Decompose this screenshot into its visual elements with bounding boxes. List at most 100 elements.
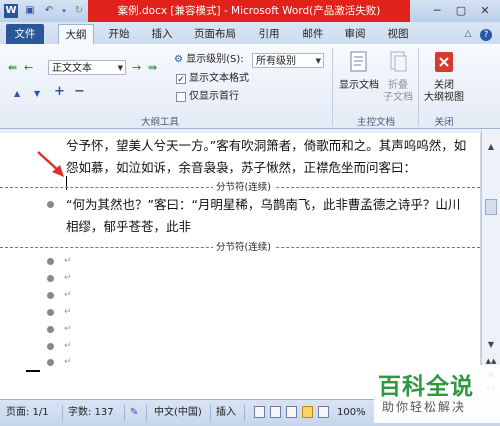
close-red-icon	[435, 52, 453, 72]
group-divider	[418, 48, 419, 126]
paragraph-mark: ↵	[64, 273, 72, 283]
subdocument-icon	[390, 51, 407, 72]
full-screen-reading-view-icon[interactable]	[270, 406, 281, 418]
outline-bullet[interactable]	[47, 343, 54, 350]
outline-level-select[interactable]: 正文文本 ▼	[48, 60, 126, 75]
title-bar: W ▣ ↶ ▾ ↻ ▾ 案例.docx [兼容模式] - Microsoft W…	[0, 0, 500, 22]
collapse-label-2: 子文档	[383, 92, 413, 103]
demote-icon[interactable]: →	[132, 62, 141, 74]
outline-bullet[interactable]	[47, 275, 54, 282]
body-text-line: “何为其然也？”客曰：“月明星稀，乌鹊南飞，此非曹孟德之诗乎？山川	[66, 197, 461, 212]
tab-file[interactable]: 文件	[6, 24, 44, 44]
minimize-ribbon-icon[interactable]: △	[460, 24, 476, 44]
show-level-select[interactable]: 所有级别 ▼	[252, 53, 324, 68]
promote-to-heading1-icon[interactable]: ⇚	[8, 62, 17, 74]
outline-view-icon[interactable]	[302, 406, 313, 418]
web-layout-view-icon[interactable]	[286, 406, 297, 418]
section-break-label: 分节符(连续)	[213, 242, 274, 253]
zoom-level[interactable]: 100%	[337, 406, 366, 420]
expand-icon[interactable]: +	[54, 85, 65, 98]
collapse-label-1: 折叠	[388, 80, 408, 91]
paragraph-mark: ↵	[64, 307, 72, 317]
tab-review[interactable]: 审阅	[338, 24, 372, 44]
paragraph-mark: ↵	[64, 341, 72, 351]
tab-references[interactable]: 引用	[252, 24, 286, 44]
undo-dropdown-icon[interactable]: ▾	[61, 4, 67, 18]
show-text-format-row[interactable]: ✓ 显示文本格式	[176, 72, 249, 86]
outline-bullet[interactable]	[47, 292, 54, 299]
redo-icon[interactable]: ↻	[72, 4, 86, 18]
outline-bullet[interactable]	[47, 201, 54, 208]
draft-view-icon[interactable]	[318, 406, 329, 418]
show-level-label: 显示级别(S):	[186, 54, 244, 65]
chevron-down-icon: ▼	[117, 64, 123, 72]
first-line-only-label: 仅显示首行	[189, 91, 239, 102]
body-text-line: 怨如慕，如泣如诉，余音袅袅，苏子愀然，正襟危坐而问客曰：	[66, 160, 417, 175]
print-layout-view-icon[interactable]	[254, 406, 265, 418]
body-text-line: 兮予怀，望美人兮天一方。”客有吹洞箫者，倚歌而和之。其声呜呜然，如	[66, 138, 467, 153]
first-line-only-checkbox[interactable]	[176, 92, 186, 102]
close-outline-view-button[interactable]: 关闭 大纲视图	[420, 50, 468, 104]
first-line-only-row[interactable]: 仅显示首行	[176, 90, 239, 104]
tab-insert[interactable]: 插入	[145, 24, 179, 44]
close-window-button[interactable]: ✕	[473, 2, 497, 19]
vertical-scrollbar[interactable]: ▲ ▼ ▲▲ ● ▼▼	[481, 129, 500, 399]
watermark-logo: 百科全说	[378, 374, 474, 400]
show-text-format-checkbox[interactable]: ✓	[176, 74, 186, 85]
top-ruler	[0, 129, 500, 133]
insert-mode-indicator[interactable]: 插入	[216, 406, 236, 420]
group-divider	[332, 48, 333, 126]
demote-to-body-text-icon[interactable]: ⇛	[148, 62, 157, 74]
master-document-group-label: 主控文档	[356, 117, 395, 128]
show-document-button[interactable]: 显示文档	[337, 50, 381, 92]
scroll-up-icon[interactable]: ▲	[485, 141, 497, 153]
collapse-subdocuments-button[interactable]: 折叠 子文档	[381, 50, 415, 104]
save-icon[interactable]: ▣	[23, 4, 37, 18]
outline-bullet[interactable]	[47, 309, 54, 316]
status-divider	[244, 405, 245, 421]
tab-mailings[interactable]: 邮件	[296, 24, 330, 44]
status-divider	[210, 405, 211, 421]
word-icon[interactable]: W	[4, 4, 18, 18]
document-icon	[350, 51, 367, 72]
show-level-value: 所有级别	[256, 56, 296, 67]
restore-button[interactable]: ▢	[449, 2, 473, 19]
paragraph-mark: ↵	[64, 256, 72, 266]
status-divider	[62, 405, 63, 421]
scroll-down-icon[interactable]: ▼	[485, 339, 497, 351]
chevron-down-icon: ▼	[315, 57, 321, 65]
body-text-fragment: 相缪，郁乎苍苍，此非	[66, 219, 192, 234]
outline-tools-group-label: 大纲工具	[140, 117, 179, 128]
language-indicator[interactable]: 中文(中国)	[154, 406, 202, 420]
window-title: 案例.docx [兼容模式] - Microsoft Word(产品激活失败)	[117, 5, 381, 17]
section-break-label: 分节符(连续)	[213, 182, 274, 193]
collapse-icon[interactable]: −	[74, 85, 85, 98]
undo-icon[interactable]: ↶	[42, 4, 56, 18]
tab-outline[interactable]: 大纲	[58, 24, 94, 45]
word-count[interactable]: 字数: 137	[68, 406, 114, 420]
scroll-thumb[interactable]	[485, 199, 497, 215]
promote-icon[interactable]: ←	[24, 62, 33, 74]
show-level-icon: ⚙	[174, 54, 183, 65]
paragraph-mark: ↵	[64, 357, 72, 367]
watermark-slogan: 助你轻松解决	[382, 400, 467, 414]
help-icon[interactable]: ?	[478, 24, 494, 44]
page-count[interactable]: 页面: 1/1	[6, 406, 49, 420]
ribbon-tabs: 文件 大纲 开始 插入 页面布局 引用 邮件 审阅 视图 △ ?	[0, 22, 500, 45]
move-up-icon[interactable]: ▲	[14, 88, 20, 100]
move-down-icon[interactable]: ▼	[34, 88, 40, 100]
close-button-label-2: 大纲视图	[424, 92, 464, 103]
proofing-icon[interactable]: ✎	[130, 406, 138, 420]
show-level-row: ⚙ 显示级别(S):	[174, 53, 244, 67]
tab-view[interactable]: 视图	[381, 24, 415, 44]
paragraph-mark: ↵	[64, 324, 72, 334]
tab-page-layout[interactable]: 页面布局	[187, 24, 243, 44]
status-divider	[146, 405, 147, 421]
red-arrow-annotation	[37, 151, 64, 177]
end-of-document-mark	[26, 370, 40, 372]
outline-bullet[interactable]	[47, 359, 54, 366]
minimize-button[interactable]: ─	[425, 2, 449, 19]
tab-home[interactable]: 开始	[102, 24, 136, 44]
outline-bullet[interactable]	[47, 258, 54, 265]
outline-bullet[interactable]	[47, 326, 54, 333]
